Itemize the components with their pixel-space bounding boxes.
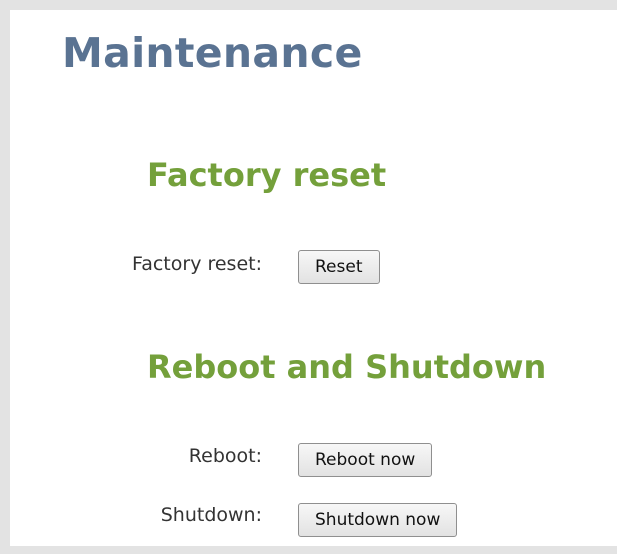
maintenance-panel: Maintenance Factory reset Factory reset:… [0,0,617,554]
reboot-label: Reboot: [188,445,262,467]
shutdown-label: Shutdown: [160,504,262,526]
reset-button[interactable]: Reset [298,250,380,284]
page-title: Maintenance [62,29,363,77]
reboot-now-button[interactable]: Reboot now [298,443,433,477]
reboot-shutdown-heading: Reboot and Shutdown [147,348,547,386]
factory-reset-label: Factory reset: [132,253,262,275]
factory-reset-heading: Factory reset [147,156,387,194]
shutdown-now-button[interactable]: Shutdown now [298,503,458,537]
